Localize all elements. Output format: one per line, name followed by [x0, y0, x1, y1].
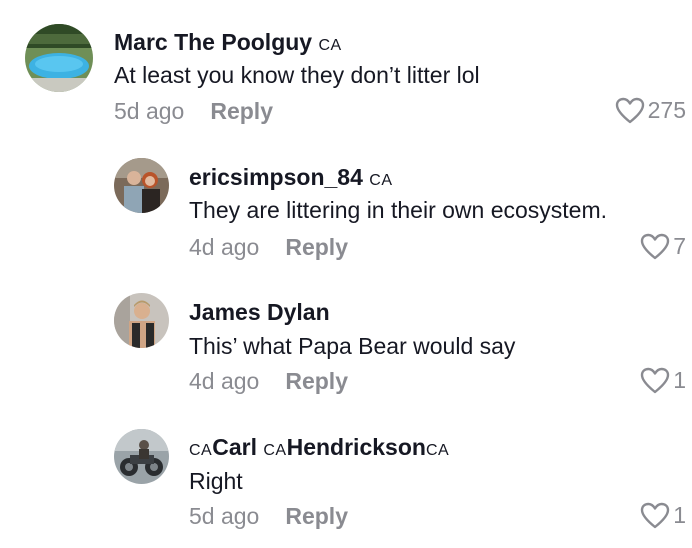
reply-button[interactable]: Reply [285, 503, 348, 529]
like-button[interactable]: 1 [640, 502, 686, 529]
selfie-photo-icon [114, 293, 169, 348]
reply-button[interactable]: Reply [285, 234, 348, 260]
comment-text: This’ what Papa Bear would say [189, 333, 516, 359]
author-name[interactable]: James Dylan [189, 299, 330, 325]
like-button[interactable]: 7 [640, 233, 686, 260]
comment-text: They are littering in their own ecosyste… [189, 197, 608, 223]
comment-text: Right [189, 468, 243, 494]
pool-photo-icon [25, 24, 93, 92]
heart-icon [641, 367, 670, 394]
country-tag: CA [318, 37, 342, 54]
like-count: 1 [673, 502, 686, 528]
comment-author[interactable]: CACarl CAHendricksonCA [189, 434, 449, 461]
comment-meta: 5d ago Reply [114, 98, 273, 125]
comment-text: At least you know they don’t litter lol [114, 62, 480, 88]
comment-meta: 4d ago Reply [189, 234, 348, 261]
author-name[interactable]: Carl [212, 434, 263, 460]
heart-icon [641, 233, 670, 260]
reply-button[interactable]: Reply [210, 98, 273, 124]
reply-button[interactable]: Reply [285, 368, 348, 394]
country-tag: CA [189, 442, 213, 459]
like-count: 1 [673, 367, 686, 393]
comment-author[interactable]: ericsimpson_84 CA [189, 164, 393, 191]
comment-time: 5d ago [189, 503, 260, 529]
like-button[interactable]: 1 [640, 367, 686, 394]
avatar[interactable] [25, 24, 93, 92]
comment-meta: 4d ago Reply [189, 368, 348, 395]
motorcycle-photo-icon [114, 429, 169, 484]
heart-icon [641, 502, 670, 529]
couple-photo-icon [114, 158, 169, 213]
avatar[interactable] [114, 293, 169, 348]
comment-time: 5d ago [114, 98, 185, 124]
comment-time: 4d ago [189, 368, 260, 394]
like-button[interactable]: 275 [615, 97, 686, 124]
country-tag: CA [369, 172, 393, 189]
comment-author[interactable]: James Dylan [189, 299, 330, 326]
avatar[interactable] [114, 429, 169, 484]
like-count: 275 [647, 97, 686, 123]
like-count: 7 [673, 233, 686, 259]
comment-time: 4d ago [189, 234, 260, 260]
author-name[interactable]: ericsimpson_84 [189, 164, 363, 190]
comment-meta: 5d ago Reply [189, 503, 348, 530]
heart-icon [615, 97, 644, 124]
author-name[interactable]: Marc The Poolguy [114, 29, 312, 55]
country-tag: CA [263, 442, 287, 459]
comment-author[interactable]: Marc The Poolguy CA [114, 29, 342, 56]
country-tag: CA [425, 442, 450, 459]
avatar[interactable] [114, 158, 169, 213]
author-name[interactable]: Hendrickson [287, 434, 426, 460]
